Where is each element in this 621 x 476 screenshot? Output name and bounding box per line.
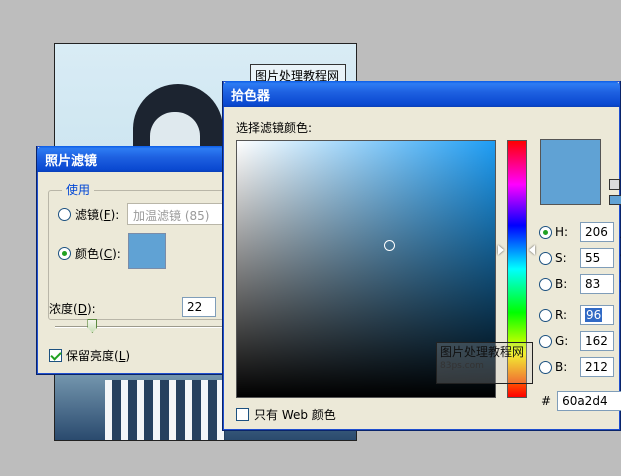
channel-radio-r[interactable] (539, 308, 552, 322)
channel-label-h: H: (555, 225, 569, 239)
channel-input-r[interactable]: 96 (580, 305, 614, 325)
photo-filter-dialog: 照片滤镜 使用 滤镜(F): 加温滤镜 (85) 颜色(C): 浓度(D): 2… (36, 146, 248, 375)
photo-filter-title: 照片滤镜 (45, 153, 98, 169)
density-input[interactable]: 22 (182, 297, 216, 317)
color-picker-dialog: 拾色器 选择滤镜颜色: H:206度S:55%B:83%R:96G:162B:2… (222, 81, 621, 431)
density-label: 浓度(D): (49, 302, 96, 316)
filter-radio-row[interactable]: 滤镜(F): (58, 206, 119, 223)
picker-watermark-text: 图片处理教程网 (440, 345, 525, 359)
photo-filter-titlebar[interactable]: 照片滤镜 (37, 146, 229, 172)
color-picker-title: 拾色器 (231, 88, 271, 104)
web-only-checkbox[interactable] (236, 408, 249, 421)
channel-input-h[interactable]: 206 (580, 222, 614, 242)
channel-value-s: 55 (585, 251, 601, 265)
web-only-row[interactable]: 只有 Web 颜色 (236, 406, 336, 423)
channel-label-bv: B: (555, 277, 568, 291)
channel-value-bv: 83 (585, 277, 601, 291)
color-picker-prompt: 选择滤镜颜色: (236, 121, 313, 135)
channel-row-h: H:206度 (539, 222, 621, 242)
channel-label-r: R: (555, 308, 568, 322)
use-group-label: 使用 (62, 181, 95, 198)
channel-radio-s[interactable] (539, 251, 552, 265)
web-only-label: 只有 Web 颜色 (254, 408, 336, 422)
filter-select: 加温滤镜 (85) (127, 203, 237, 225)
color-field-cursor[interactable] (384, 240, 395, 251)
channel-input-s[interactable]: 55 (580, 248, 614, 268)
preserve-luminosity-checkbox[interactable] (49, 349, 62, 362)
channel-value-bc: 212 (585, 360, 608, 374)
color-picker-titlebar[interactable]: 拾色器 (223, 81, 620, 107)
photo-chair-bars (105, 380, 225, 440)
hue-slider-left-arrow[interactable] (498, 245, 504, 255)
channel-label-s: S: (555, 251, 567, 265)
density-slider-thumb[interactable] (87, 319, 98, 333)
channel-label-bc: B: (555, 360, 568, 374)
preserve-luminosity-row[interactable]: 保留亮度(L) (49, 347, 130, 364)
color-radio-label: 颜色(C): (75, 247, 121, 261)
channel-row-bc: B: 212 (539, 357, 620, 377)
channel-value-g: 162 (585, 334, 608, 348)
current-color-swatch (540, 139, 601, 205)
filter-radio[interactable] (58, 208, 71, 221)
channel-row-bv: B:83% (539, 274, 621, 294)
color-radio[interactable] (58, 247, 71, 260)
channel-input-bc[interactable]: 212 (580, 357, 614, 377)
hue-slider-right-arrow[interactable] (529, 245, 535, 255)
channel-row-r: R: 96 (539, 305, 620, 325)
hex-row: # 60a2d4 (541, 391, 621, 411)
channel-input-g[interactable]: 162 (580, 331, 614, 351)
channel-value-h: 206 (585, 225, 608, 239)
picker-watermark-url: 83ps.com (440, 361, 484, 371)
hex-input[interactable]: 60a2d4 (557, 391, 621, 411)
preserve-luminosity-label: 保留亮度(L) (66, 349, 131, 363)
channel-label-g: G: (555, 334, 569, 348)
web-safe-swatch[interactable] (609, 195, 621, 205)
filter-radio-label: 滤镜(F): (75, 208, 120, 222)
channel-radio-bc[interactable] (539, 360, 552, 374)
channel-radio-bv[interactable] (539, 277, 552, 291)
web-safe-cube-icon[interactable] (609, 179, 620, 190)
hex-label: # (541, 394, 552, 408)
density-slider-track[interactable] (55, 326, 225, 328)
picker-watermark: 图片处理教程网 83ps.com (436, 342, 533, 384)
channel-row-s: S:55% (539, 248, 621, 268)
color-radio-row[interactable]: 颜色(C): (58, 245, 121, 262)
channel-input-bv[interactable]: 83 (580, 274, 614, 294)
channel-radio-h[interactable] (539, 225, 552, 239)
channel-row-g: G: 162 (539, 331, 620, 351)
channel-value-r: 96 (585, 308, 603, 322)
channel-radio-g[interactable] (539, 334, 552, 348)
filter-color-swatch[interactable] (128, 233, 166, 269)
